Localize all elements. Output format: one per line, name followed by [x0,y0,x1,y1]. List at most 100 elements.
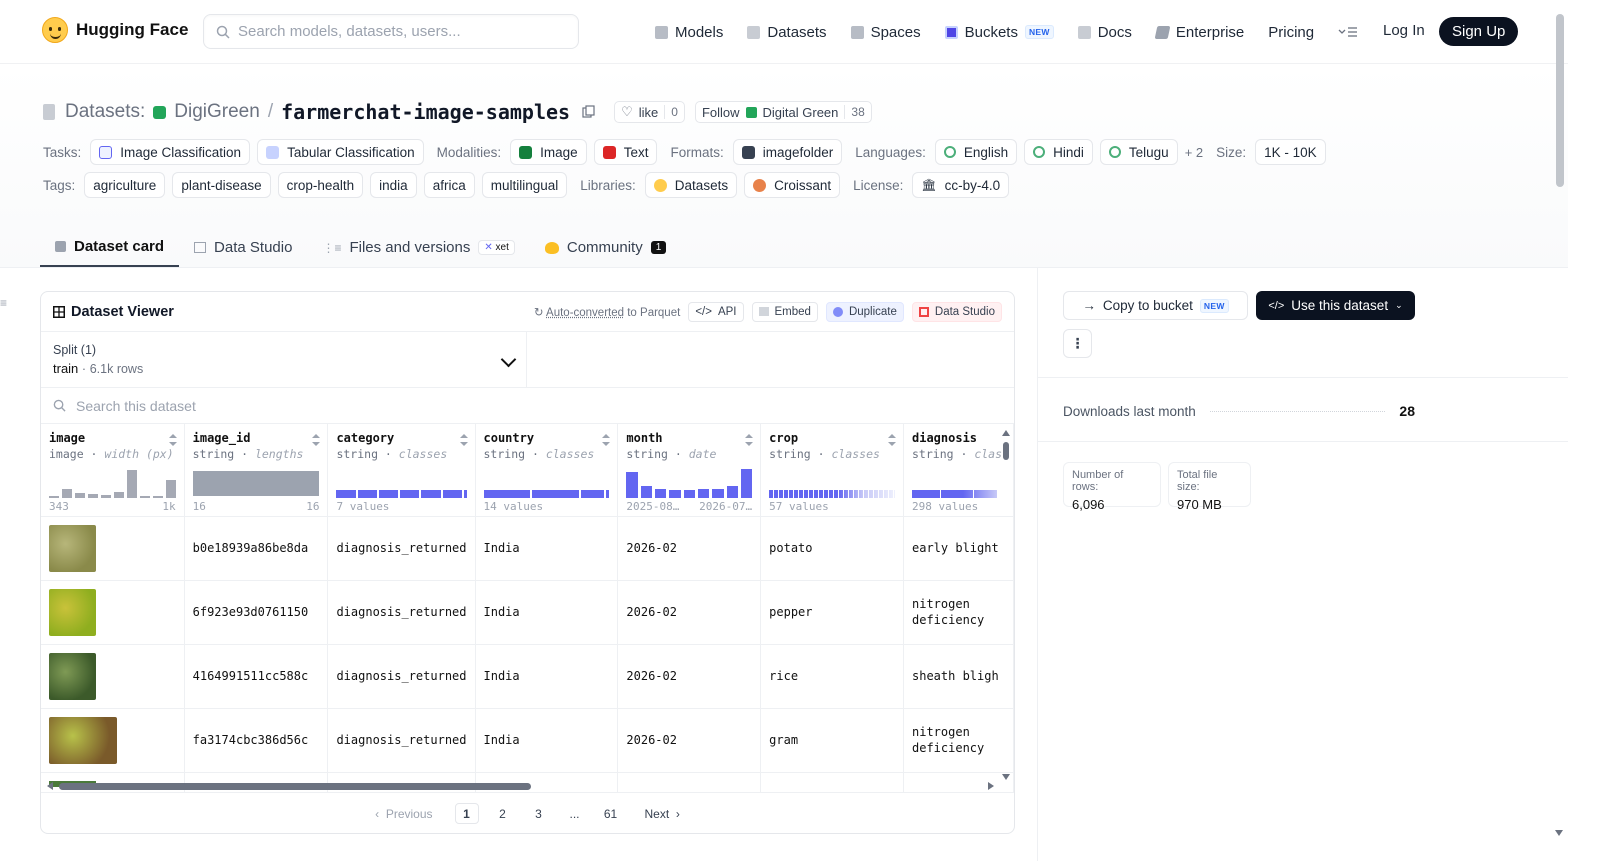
tag-modality[interactable]: Image [510,139,587,165]
column-header-image[interactable]: image image · width (px) 343 1k [41,424,185,517]
pagination-page[interactable]: 2 [491,803,515,824]
tab-community[interactable]: Community 1 [530,227,681,268]
column-header-crop[interactable]: crop string · classes 57 values [760,424,904,517]
column-header-month[interactable]: month string · date 2025-08… 2026-07… [617,424,762,517]
like-button[interactable]: ♡ like 0 [614,101,685,123]
table-row[interactable]: 4164991511cc588c diagnosis_returned India 2… [41,644,1014,709]
cell-diagnosis[interactable]: early blight [903,516,1014,581]
cell-month[interactable]: 2026-02 [617,708,762,773]
image-thumbnail[interactable] [49,652,96,700]
tag-library[interactable]: Croissant [744,172,841,198]
sort-icon[interactable] [459,434,468,446]
signup-button[interactable]: Sign Up [1439,17,1519,46]
auto-converted-link[interactable]: Auto-converted [546,307,624,319]
more-options-button[interactable]: ⋮ [1063,329,1092,358]
scroll-thumb[interactable] [59,783,531,790]
split-selector[interactable]: Split (1) train · 6.1k rows [41,332,527,387]
tag-language[interactable]: Hindi [1024,139,1093,165]
cell-crop[interactable]: potato [760,516,904,581]
cell-image-id[interactable]: 4164991511cc588c [184,644,329,709]
scroll-down-icon[interactable] [1002,774,1010,780]
nav-buckets[interactable]: Buckets NEW [944,24,1054,41]
tag-task[interactable]: Tabular Classification [257,139,424,165]
tag-format[interactable]: imagefolder [732,139,843,165]
cell-image-id[interactable]: 6f923e93d0761150 [184,580,329,645]
cell-diagnosis[interactable]: nitrogen deficiency [903,708,1014,773]
cell-image[interactable] [41,644,185,709]
cell-crop[interactable]: gram [760,708,904,773]
scroll-up-icon[interactable] [1002,430,1010,436]
cell-crop[interactable]: pepper [760,580,904,645]
tag-language[interactable]: Telugu [1099,139,1178,165]
sort-icon[interactable] [888,434,896,446]
cell-category[interactable]: diagnosis_returned [327,644,476,709]
global-search[interactable] [203,14,579,49]
tag-keyword[interactable]: india [370,172,417,198]
tab-dataset-card[interactable]: Dataset card [40,227,180,268]
scroll-right-icon[interactable] [988,782,994,790]
horizontal-scrollbar[interactable] [45,780,994,792]
tab-files[interactable]: ⋮≡ Files and versions ✕ xet [307,227,529,268]
nav-spaces[interactable]: Spaces [850,24,921,41]
tag-keyword[interactable]: plant-disease [172,172,271,198]
tag-keyword[interactable]: multilingual [481,172,568,198]
nav-enterprise[interactable]: Enterprise [1154,24,1244,41]
scroll-thumb[interactable] [1003,442,1009,460]
sort-icon[interactable] [602,434,611,446]
vertical-scrollbar[interactable] [1001,430,1011,780]
cell-country[interactable]: India [475,516,619,581]
column-header-category[interactable]: category string · classes 7 values [327,424,476,517]
tag-library[interactable]: Datasets [644,172,738,198]
cell-image[interactable] [41,708,185,773]
nav-more-menu[interactable] [1338,26,1358,38]
cell-month[interactable]: 2026-02 [617,516,762,581]
brand-logo[interactable]: Hugging Face [42,17,188,43]
cell-category[interactable]: diagnosis_returned [327,580,476,645]
cell-country[interactable]: India [475,708,619,773]
cell-country[interactable]: India [475,644,619,709]
sort-icon[interactable] [312,434,321,446]
cell-month[interactable]: 2026-02 [617,580,762,645]
cell-crop[interactable]: rice [760,644,904,709]
dataset-search-input[interactable] [76,397,576,414]
scroll-left-icon[interactable] [47,782,53,790]
table-row[interactable]: b0e18939a86be8da diagnosis_returned India 2… [41,516,1014,581]
more-languages[interactable]: + 2 [1185,145,1203,160]
login-link[interactable]: Log In [1383,22,1425,39]
cell-image-id[interactable]: fa3174cbc386d56c [184,708,329,773]
cell-month[interactable]: 2026-02 [617,644,762,709]
breadcrumb-prefix[interactable]: Datasets: [65,101,145,123]
duplicate-button[interactable]: Duplicate [825,301,904,322]
cell-image[interactable] [41,580,185,645]
tag-size[interactable]: 1K - 10K [1255,139,1326,165]
image-thumbnail[interactable] [49,588,96,636]
sort-icon[interactable] [745,434,754,446]
nav-pricing[interactable]: Pricing [1268,24,1314,41]
tab-data-studio[interactable]: Data Studio [179,227,307,268]
tag-keyword[interactable]: crop-health [277,172,364,198]
column-header-diagnosis[interactable]: diagnosis string · clas 298 values [903,424,1014,517]
sort-icon[interactable] [168,434,177,446]
follow-button[interactable]: Follow Digital Green 38 [694,101,872,123]
pagination-page[interactable]: 3 [527,803,551,824]
image-thumbnail[interactable] [49,524,96,572]
cell-country[interactable]: India [475,580,619,645]
org-link[interactable]: DigiGreen [174,101,260,123]
tag-task[interactable]: Image Classification [90,139,251,165]
image-thumbnail[interactable] [49,716,117,764]
copy-to-bucket-button[interactable]: → Copy to bucket NEW [1063,291,1248,320]
cell-image-id[interactable]: b0e18939a86be8da [184,516,329,581]
cell-image[interactable] [41,516,185,581]
column-header-country[interactable]: country string · classes 14 values [475,424,619,517]
global-search-input[interactable] [238,23,558,40]
dataset-name[interactable]: farmerchat-image-samples [281,100,570,124]
cell-diagnosis[interactable]: sheath bligh [903,644,1014,709]
tag-modality[interactable]: Text [593,139,658,165]
embed-button[interactable]: Embed [751,301,818,322]
cell-diagnosis[interactable]: nitrogen deficiency [903,580,1014,645]
api-button[interactable]: </> API [688,301,744,322]
use-dataset-button[interactable]: </> Use this dataset ⌄ [1256,291,1415,320]
page-scrollbar[interactable] [1556,14,1564,187]
tag-keyword[interactable]: agriculture [84,172,166,198]
column-header-image-id[interactable]: image_id string · lengths 16 16 [184,424,329,517]
